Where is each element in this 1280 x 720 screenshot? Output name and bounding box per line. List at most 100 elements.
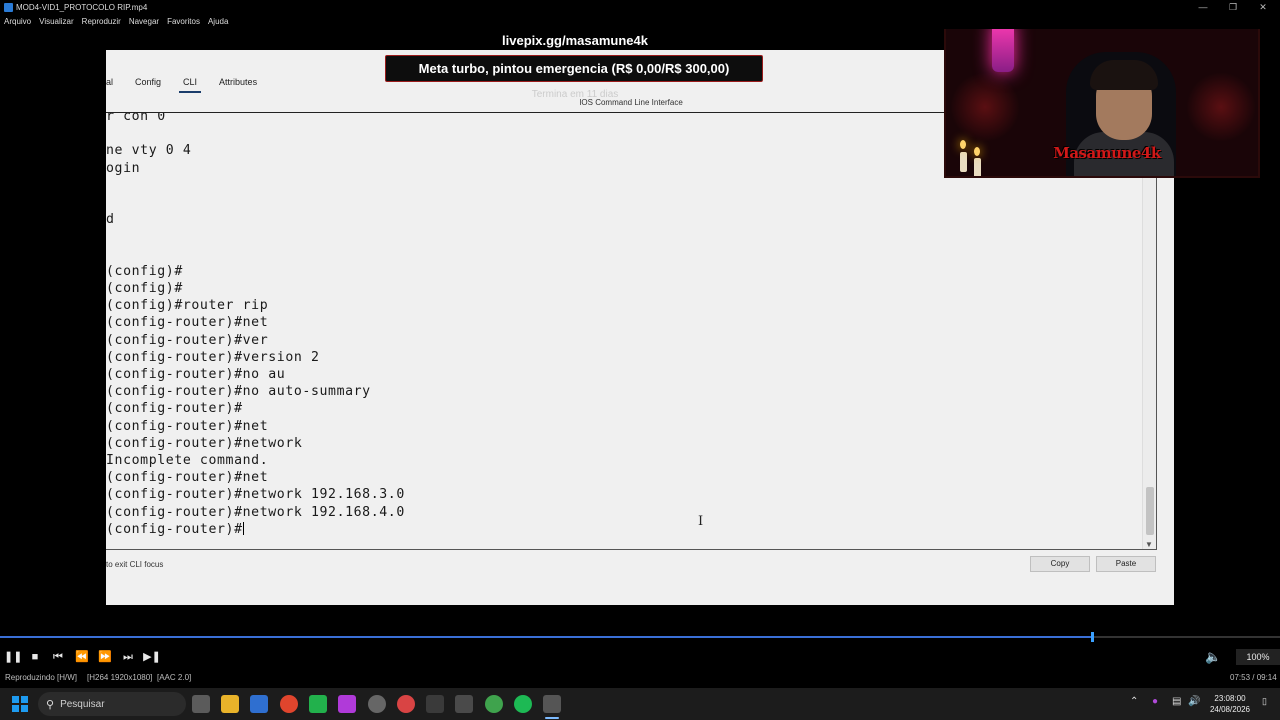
- playback-controls: ❚❚ ■ ⏮ ⏪ ⏩ ⏭ ▶❚ 🔈 100%: [0, 645, 1280, 669]
- speaker-icon[interactable]: 🔈: [1205, 649, 1221, 665]
- taskbar-search[interactable]: ⚲ Pesquisar: [38, 692, 186, 716]
- window-title: MOD4-VID1_PROTOCOLO RIP.mp4: [16, 2, 148, 12]
- cli-scrollbar[interactable]: ▼: [1142, 113, 1156, 549]
- store-icon[interactable]: [250, 695, 268, 713]
- menu-favoritos[interactable]: Favoritos: [167, 17, 200, 26]
- windows-taskbar: ⚲ Pesquisar ⌃ ● ▤ 🔊 23:08:00 24/08/2026 …: [0, 688, 1280, 720]
- scroll-thumb[interactable]: [1146, 487, 1154, 535]
- cli-caret: [242, 522, 244, 536]
- menu-arquivo[interactable]: Arquivo: [4, 17, 31, 26]
- cli-line: (config-router)#net: [106, 470, 269, 486]
- copy-button[interactable]: Copy: [1030, 556, 1090, 572]
- status-playing: Reproduzindo [H/W]: [5, 673, 78, 682]
- taskbar-clock[interactable]: 23:08:00 24/08/2026: [1206, 693, 1254, 715]
- windows-start-icon[interactable]: [12, 696, 28, 712]
- candle-flame-icon: [960, 140, 966, 149]
- cli-line: (config-router)#network: [106, 435, 303, 451]
- player-app-icon: [4, 2, 13, 12]
- clock-time: 23:08:00: [1214, 694, 1246, 703]
- menu-bar: Arquivo Visualizar Reproduzir Navegar Fa…: [0, 14, 1280, 29]
- window-app-icon[interactable]: [455, 695, 473, 713]
- webcam-overlay: Masamune4k: [944, 29, 1260, 178]
- candle-flame-icon: [974, 147, 980, 156]
- pause-icon[interactable]: ❚❚: [4, 649, 22, 665]
- cli-line: (config)#router rip: [106, 298, 269, 314]
- stop-icon[interactable]: ■: [26, 649, 44, 665]
- menu-reproduzir[interactable]: Reproduzir: [82, 17, 121, 26]
- seek-handle[interactable]: [1090, 632, 1094, 642]
- task-view-icon[interactable]: [192, 695, 210, 713]
- maximize-button[interactable]: ❐: [1218, 0, 1248, 14]
- device-tabs: al Config CLI Attributes: [106, 72, 268, 93]
- cli-focus-hint: to exit CLI focus: [106, 560, 164, 569]
- cli-line: (config-router)#: [106, 521, 244, 537]
- whatsapp-icon[interactable]: [309, 695, 327, 713]
- cli-line: (config-router)#: [106, 401, 243, 417]
- donation-goal-box: Meta turbo, pintou emergencia (R$ 0,00/R…: [385, 55, 763, 82]
- recording-app-icon[interactable]: [397, 695, 415, 713]
- webcam-shelf-right: [1186, 72, 1256, 142]
- rewind-icon[interactable]: ⏪: [73, 649, 91, 665]
- terminal-icon[interactable]: [426, 695, 444, 713]
- cli-line: (config-router)#no au: [106, 367, 286, 382]
- network-icon[interactable]: ▤: [1172, 696, 1181, 707]
- video-area[interactable]: al Config CLI Attributes IOS Command Lin…: [0, 29, 1280, 630]
- tray-overflow-icon[interactable]: ⌃: [1130, 696, 1138, 707]
- menu-visualizar[interactable]: Visualizar: [39, 17, 74, 26]
- steam-icon[interactable]: [368, 695, 386, 713]
- stream-site-overlay: livepix.gg/masamune4k: [502, 33, 648, 48]
- cli-line: (config-router)#network 192.168.3.0: [106, 487, 405, 503]
- tab-config[interactable]: Config: [124, 77, 172, 90]
- seek-bar[interactable]: [0, 630, 1280, 644]
- scroll-down-icon[interactable]: ▼: [1145, 540, 1153, 549]
- playback-time: 07:53 / 09:14: [1230, 673, 1277, 682]
- cli-line: (config-router)#ver: [106, 332, 269, 348]
- donation-goal-deadline: Termina em 11 dias: [531, 89, 619, 100]
- cli-line: (config-router)#network 192.168.4.0: [106, 504, 405, 520]
- window-titlebar: MOD4-VID1_PROTOCOLO RIP.mp4 — ❐ ✕: [0, 0, 1280, 14]
- cli-console[interactable]: r con 0 ne vty 0 4 ogin d (config)# (config)#…: [106, 113, 1157, 550]
- clock-date: 24/08/2026: [1209, 705, 1251, 714]
- search-icon: ⚲: [46, 698, 55, 711]
- webcam-shelf-left: [950, 72, 1020, 142]
- player-status-bar: Reproduzindo [H/W] [H264 1920x1080] [AAC…: [0, 670, 1280, 686]
- streamer-logo: Masamune4k: [1053, 144, 1161, 162]
- chrome-icon[interactable]: [280, 695, 298, 713]
- cli-line: (config-router)#net: [106, 315, 269, 331]
- tab-attributes[interactable]: Attributes: [208, 77, 268, 90]
- status-video-codec: [H264 1920x1080]: [87, 673, 153, 682]
- cli-line: (config-router)#no auto-summary: [106, 384, 371, 400]
- fast-forward-icon[interactable]: ⏩: [96, 649, 114, 665]
- next-icon[interactable]: ⏭: [119, 649, 137, 665]
- cli-line: (config)#: [106, 281, 183, 296]
- close-button[interactable]: ✕: [1248, 0, 1278, 14]
- cli-line: (config-router)#version 2: [106, 349, 320, 365]
- volume-level[interactable]: 100%: [1236, 649, 1280, 665]
- paste-button[interactable]: Paste: [1096, 556, 1156, 572]
- candle-icon: [960, 152, 967, 172]
- webcam-lamp: [992, 29, 1014, 72]
- text-cursor-icon: I: [698, 514, 704, 529]
- file-explorer-icon[interactable]: [221, 695, 239, 713]
- tray-volume-icon[interactable]: 🔊: [1188, 696, 1200, 707]
- cli-line: ogin: [106, 160, 141, 176]
- tab-physical[interactable]: al: [106, 77, 124, 90]
- cli-line: Incomplete command.: [106, 453, 269, 468]
- active-app-indicator: [545, 717, 559, 719]
- tab-cli[interactable]: CLI: [172, 77, 208, 93]
- menu-navegar[interactable]: Navegar: [129, 17, 159, 26]
- spotify-icon[interactable]: [514, 695, 532, 713]
- app-green-icon[interactable]: [485, 695, 503, 713]
- tray-app-icon[interactable]: ●: [1152, 696, 1158, 707]
- notifications-icon[interactable]: ▯: [1262, 696, 1267, 707]
- menu-ajuda[interactable]: Ajuda: [208, 17, 228, 26]
- app-purple-icon[interactable]: [338, 695, 356, 713]
- previous-icon[interactable]: ⏮: [49, 649, 67, 665]
- media-player-icon[interactable]: [543, 695, 561, 713]
- cli-line: (config)#: [106, 263, 183, 279]
- frame-step-icon[interactable]: ▶❚: [143, 649, 161, 665]
- status-audio-codec: [AAC 2.0]: [157, 673, 192, 682]
- candle-icon: [974, 158, 981, 176]
- cli-line: (config-router)#net: [106, 418, 269, 434]
- minimize-button[interactable]: —: [1188, 0, 1218, 14]
